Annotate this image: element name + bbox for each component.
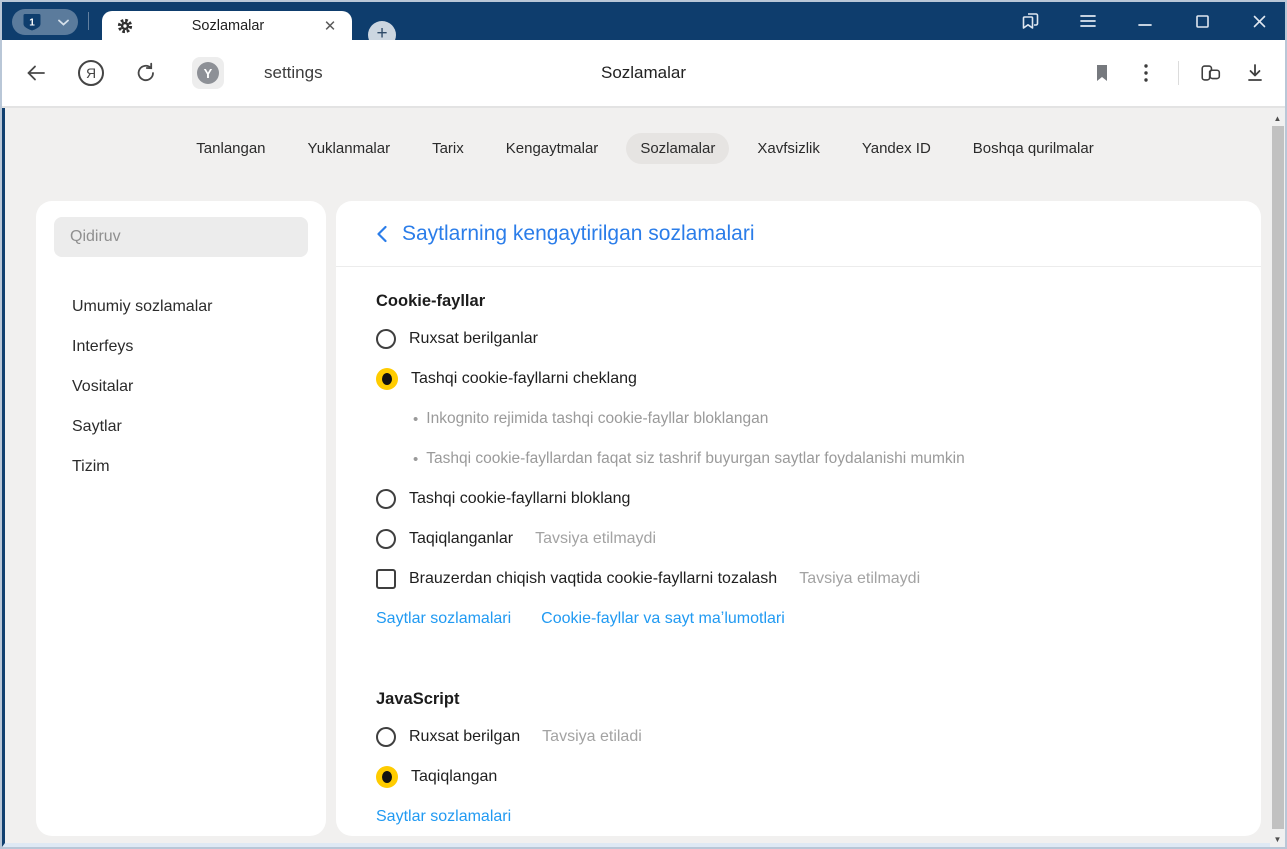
address-bar-url[interactable]: settings bbox=[264, 63, 323, 83]
tab-sozlamalar[interactable]: Sozlamalar bbox=[626, 133, 729, 164]
cookie-detail-1: • Inkognito rejimida tashqi cookie-fayll… bbox=[376, 399, 1221, 439]
javascript-links: Saytlar sozlamalari bbox=[376, 797, 1221, 836]
radio-js-taqiqlangan[interactable]: Taqiqlangan bbox=[376, 757, 1221, 797]
tab-title: Sozlamalar bbox=[136, 18, 320, 34]
gear-icon bbox=[114, 15, 136, 37]
tab-tanlangan[interactable]: Tanlangan bbox=[182, 133, 279, 164]
radio-js-ruxsat-berilgan[interactable]: Ruxsat berilgan Tavsiya etiladi bbox=[376, 717, 1221, 757]
javascript-section-title: JavaScript bbox=[376, 681, 1221, 717]
search-input[interactable] bbox=[70, 228, 292, 246]
advanced-site-settings-header[interactable]: Saytlarning kengaytirilgan sozlamalari bbox=[336, 201, 1261, 267]
radio-selected-icon[interactable] bbox=[376, 368, 398, 390]
settings-nav-tabs: Tanlangan Yuklanmalar Tarix Kengaytmalar… bbox=[5, 108, 1285, 166]
page-section-title: Saytlarning kengaytirilgan sozlamalari bbox=[402, 222, 755, 246]
recommendation-note: Tavsiya etiladi bbox=[542, 728, 642, 746]
radio-icon[interactable] bbox=[376, 727, 396, 747]
bullet-icon: • bbox=[413, 451, 418, 468]
tabbar-separator bbox=[88, 12, 89, 30]
download-icon[interactable] bbox=[1243, 61, 1267, 85]
back-arrow-icon[interactable] bbox=[24, 61, 48, 85]
toolbar-divider bbox=[1178, 61, 1179, 85]
radio-icon[interactable] bbox=[376, 529, 396, 549]
toolbar-left: Я Y settings bbox=[2, 57, 323, 89]
settings-main-panel: Saytlarning kengaytirilgan sozlamalari C… bbox=[336, 201, 1261, 836]
checkbox-icon[interactable] bbox=[376, 569, 396, 589]
protect-favicon-badge[interactable]: Y bbox=[192, 57, 224, 89]
toolbar-page-title: Sozlamalar bbox=[601, 63, 686, 83]
tab-count-shield-icon: 1 bbox=[15, 12, 49, 32]
tab-yandex-id[interactable]: Yandex ID bbox=[848, 133, 945, 164]
chevron-left-icon bbox=[376, 225, 388, 243]
tab-tarix[interactable]: Tarix bbox=[418, 133, 478, 164]
tab-group-counter[interactable]: 1 bbox=[12, 9, 78, 35]
sidebar-item-tizim[interactable]: Tizim bbox=[54, 447, 308, 487]
window-controls bbox=[1019, 2, 1271, 40]
minimize-icon[interactable] bbox=[1133, 9, 1157, 33]
tab-xavfsizlik[interactable]: Xavfsizlik bbox=[743, 133, 834, 164]
chevron-down-icon[interactable] bbox=[49, 19, 78, 26]
page-scrollbar[interactable]: ▲ ▼ bbox=[1270, 108, 1285, 847]
scrollbar-thumb[interactable] bbox=[1272, 126, 1284, 829]
maximize-icon[interactable] bbox=[1190, 9, 1214, 33]
tab-close-icon[interactable]: ✕ bbox=[320, 16, 340, 36]
recommendation-note: Tavsiya etilmaydi bbox=[799, 570, 920, 588]
active-tab[interactable]: Sozlamalar ✕ bbox=[102, 11, 352, 40]
collections-icon[interactable] bbox=[1199, 61, 1223, 85]
sidebar-item-vositalar[interactable]: Vositalar bbox=[54, 367, 308, 407]
settings-sidebar: Umumiy sozlamalar Interfeys Vositalar Sa… bbox=[36, 201, 326, 836]
tab-kengaytmalar[interactable]: Kengaytmalar bbox=[492, 133, 613, 164]
sidebar-item-umumiy-sozlamalar[interactable]: Umumiy sozlamalar bbox=[54, 287, 308, 327]
window-close-icon[interactable] bbox=[1247, 9, 1271, 33]
kebab-menu-icon[interactable] bbox=[1134, 61, 1158, 85]
radio-ruxsat-berilganlar[interactable]: Ruxsat berilganlar bbox=[376, 319, 1221, 359]
toolbar-right bbox=[1090, 61, 1267, 85]
browser-window: 1 Sozlamalar ✕ + bbox=[0, 0, 1287, 849]
sidebar-item-saytlar[interactable]: Saytlar bbox=[54, 407, 308, 447]
cookie-links: Saytlar sozlamalari Cookie-fayllar va sa… bbox=[376, 599, 1221, 639]
radio-selected-icon[interactable] bbox=[376, 766, 398, 788]
svg-text:1: 1 bbox=[29, 18, 35, 29]
javascript-section: JavaScript Ruxsat berilgan Tavsiya etila… bbox=[376, 681, 1221, 836]
cookie-section: Cookie-fayllar Ruxsat berilganlar Tashqi… bbox=[376, 283, 1221, 639]
radio-icon[interactable] bbox=[376, 329, 396, 349]
recommendation-note: Tavsiya etilmaydi bbox=[535, 530, 656, 548]
radio-icon[interactable] bbox=[376, 489, 396, 509]
menu-icon[interactable] bbox=[1076, 9, 1100, 33]
scrollbar-down-arrow[interactable]: ▼ bbox=[1270, 831, 1285, 847]
tab-boshqa-qurilmalar[interactable]: Boshqa qurilmalar bbox=[959, 133, 1108, 164]
checkbox-clear-cookies-on-exit[interactable]: Brauzerdan chiqish vaqtida cookie-faylla… bbox=[376, 559, 1221, 599]
link-saytlar-sozlamalari[interactable]: Saytlar sozlamalari bbox=[376, 610, 511, 628]
settings-columns: Umumiy sozlamalar Interfeys Vositalar Sa… bbox=[36, 201, 1261, 836]
bookmark-icon[interactable] bbox=[1090, 61, 1114, 85]
tab-yuklanmalar[interactable]: Yuklanmalar bbox=[294, 133, 405, 164]
cookie-section-title: Cookie-fayllar bbox=[376, 283, 1221, 319]
tab-bar: 1 Sozlamalar ✕ + bbox=[2, 2, 1285, 40]
scrollbar-up-arrow[interactable]: ▲ bbox=[1270, 110, 1285, 126]
settings-body: Cookie-fayllar Ruxsat berilganlar Tashqi… bbox=[336, 267, 1261, 836]
side-panel-icon[interactable] bbox=[1019, 9, 1043, 33]
cookie-detail-2: • Tashqi cookie-fayllardan faqat siz tas… bbox=[376, 439, 1221, 479]
radio-tashqi-bloklang[interactable]: Tashqi cookie-fayllarni bloklang bbox=[376, 479, 1221, 519]
settings-page: Tanlangan Yuklanmalar Tarix Kengaytmalar… bbox=[2, 108, 1285, 847]
bullet-icon: • bbox=[413, 411, 418, 428]
toolbar: Я Y settings Sozlamalar bbox=[2, 40, 1285, 108]
sidebar-item-interfeys[interactable]: Interfeys bbox=[54, 327, 308, 367]
link-cookie-sayt-malumotlari[interactable]: Cookie-fayllar va sayt maʼlumotlari bbox=[541, 610, 785, 628]
radio-tashqi-cheklang[interactable]: Tashqi cookie-fayllarni cheklang bbox=[376, 359, 1221, 399]
link-saytlar-sozlamalari[interactable]: Saytlar sozlamalari bbox=[376, 808, 511, 826]
protect-favicon-icon: Y bbox=[197, 62, 219, 84]
yandex-logo-icon[interactable]: Я bbox=[78, 60, 104, 86]
refresh-icon[interactable] bbox=[134, 61, 158, 85]
sidebar-list: Umumiy sozlamalar Interfeys Vositalar Sa… bbox=[54, 287, 308, 487]
radio-taqiqlanganlar[interactable]: Taqiqlanganlar Tavsiya etilmaydi bbox=[376, 519, 1221, 559]
sidebar-search[interactable] bbox=[54, 217, 308, 257]
